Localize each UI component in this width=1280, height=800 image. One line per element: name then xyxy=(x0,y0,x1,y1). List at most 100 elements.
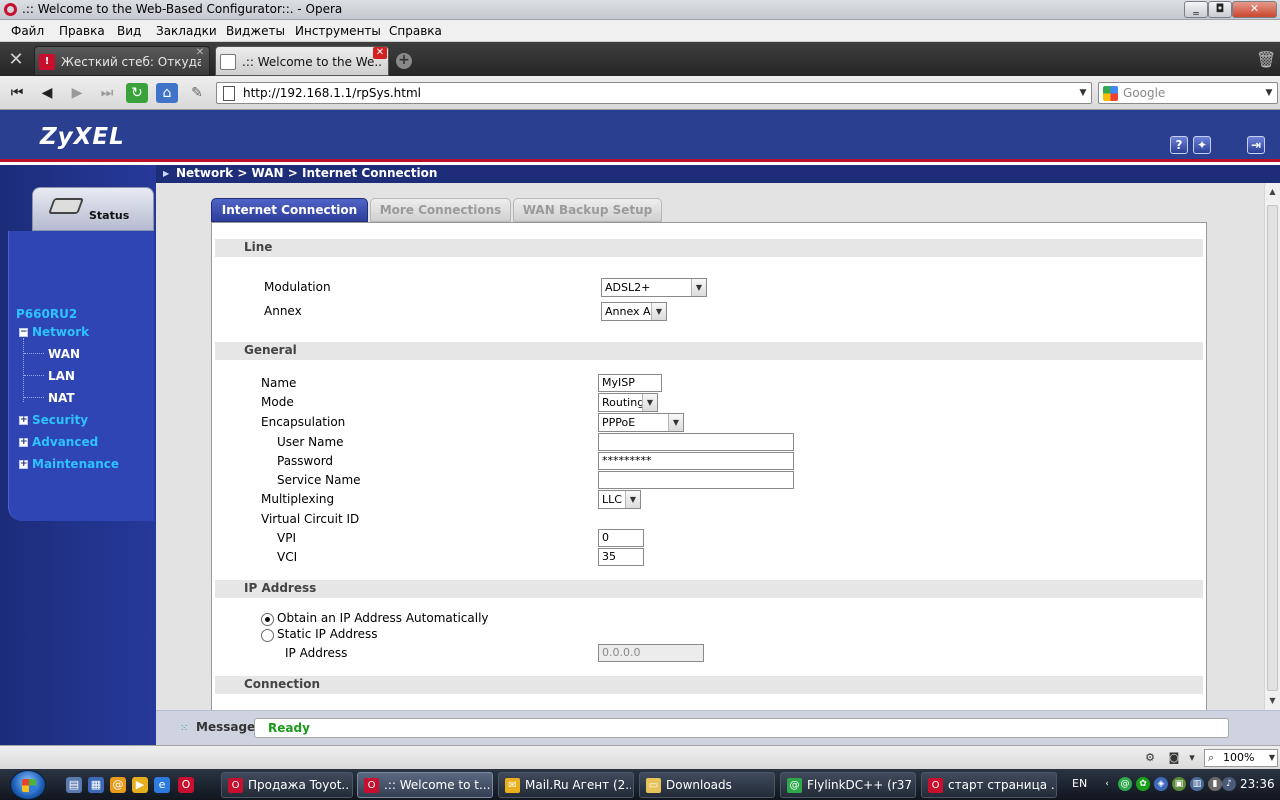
close-tab-icon[interactable]: ✕ xyxy=(373,47,387,59)
taskbar-item-5[interactable]: @ FlylinkDC++ (r37... xyxy=(780,772,916,798)
expand-icon[interactable]: + xyxy=(19,416,28,425)
language-indicator[interactable]: EN xyxy=(1072,777,1087,790)
nav-network[interactable]: Network xyxy=(32,325,89,339)
menu-widgets[interactable]: Виджеты xyxy=(226,24,285,38)
power-icon[interactable]: ▮ xyxy=(1208,777,1222,791)
wizard-icon[interactable]: ✦ xyxy=(1193,136,1211,154)
explorer-icon[interactable]: ▦ xyxy=(88,777,104,793)
usb-icon[interactable]: ▣ xyxy=(1172,777,1186,791)
collapse-icon[interactable]: − xyxy=(19,328,28,337)
search-field[interactable]: Google ▼ xyxy=(1098,82,1278,104)
rewind-icon[interactable]: ⏮ xyxy=(6,83,28,103)
chevron-down-icon: ▼ xyxy=(668,414,683,431)
username-input[interactable] xyxy=(598,433,794,451)
multiplexing-select[interactable]: LLC ▼ xyxy=(598,490,641,509)
nav-lan[interactable]: LAN xyxy=(48,369,75,383)
icq-icon[interactable]: ✿ xyxy=(1136,777,1150,791)
ip-static-radio[interactable] xyxy=(261,629,274,642)
shield-icon[interactable]: ◈ xyxy=(1154,777,1168,791)
encapsulation-select[interactable]: PPPoE ▼ xyxy=(598,413,684,432)
expand-icon[interactable]: + xyxy=(19,438,28,447)
section-title: Line xyxy=(244,240,273,254)
forward-icon[interactable]: ▶ xyxy=(66,83,88,103)
nav-nat[interactable]: NAT xyxy=(48,391,75,405)
nav-security[interactable]: Security xyxy=(32,413,88,427)
taskbar-item-1[interactable]: O Продажа Toyot... xyxy=(221,772,353,798)
browser-tab-1[interactable]: ! Жесткий стеб: Откуда... ✕ xyxy=(34,46,210,76)
status-tab[interactable]: Status xyxy=(32,187,154,231)
menu-edit[interactable]: Правка xyxy=(59,24,105,38)
taskbar-item-2[interactable]: O .:: Welcome to t... xyxy=(357,772,493,798)
home-icon[interactable]: ⌂ xyxy=(156,83,178,103)
media-player-icon[interactable]: ▶ xyxy=(132,777,148,793)
maximize-button[interactable]: ◘ xyxy=(1208,1,1232,18)
ip-auto-radio[interactable] xyxy=(261,613,274,626)
menu-bookmarks[interactable]: Закладки xyxy=(156,24,217,38)
scroll-thumb[interactable] xyxy=(1267,205,1278,691)
nav-advanced[interactable]: Advanced xyxy=(32,435,98,449)
close-tab-icon[interactable]: ✕ xyxy=(193,47,207,59)
logout-icon[interactable]: ⇥ xyxy=(1247,136,1265,154)
tab-internet-connection[interactable]: Internet Connection xyxy=(211,198,368,222)
browser-tab-2[interactable]: .:: Welcome to the We... ✕ xyxy=(215,46,389,76)
edit-icon[interactable]: ✎ xyxy=(186,83,208,103)
menu-view[interactable]: Вид xyxy=(117,24,141,38)
trash-icon[interactable]: 🗑 xyxy=(1256,50,1276,70)
nav-wan[interactable]: WAN xyxy=(48,347,80,361)
chevron-down-icon[interactable]: ▾ xyxy=(1184,751,1200,765)
page-scrollbar[interactable]: ▲ ▼ xyxy=(1264,183,1280,710)
network-icon[interactable]: ▥ xyxy=(1190,777,1204,791)
fast-forward-icon[interactable]: ⏭ xyxy=(96,83,118,103)
section-title: Connection xyxy=(244,677,321,691)
zoom-select[interactable]: ⌕ 100% ▼ xyxy=(1204,749,1278,767)
help-icon[interactable]: ? xyxy=(1170,136,1188,154)
close-window-button[interactable]: ✕ xyxy=(1232,1,1277,18)
select-value: ADSL2+ xyxy=(605,281,651,294)
volume-icon[interactable]: ♪ xyxy=(1222,777,1236,791)
menu-help[interactable]: Справка xyxy=(389,24,442,38)
camera-icon[interactable]: ◙ xyxy=(1166,751,1182,765)
annex-select[interactable]: Annex A ▼ xyxy=(601,302,667,321)
reload-icon[interactable]: ↻ xyxy=(126,83,148,103)
scroll-up-icon[interactable]: ▲ xyxy=(1265,185,1280,199)
back-icon[interactable]: ◀ xyxy=(36,83,58,103)
password-input[interactable]: ********* xyxy=(598,452,794,470)
taskbar-item-4[interactable]: ▭ Downloads xyxy=(639,772,775,798)
navigation-bar: ⏮ ◀ ▶ ⏭ ↻ ⌂ ✎ http://192.168.1.1/rpSys.h… xyxy=(0,76,1280,110)
taskbar-item-3[interactable]: ✉ Mail.Ru Агент (2... xyxy=(498,772,634,798)
message-icon: ⁙ xyxy=(180,723,189,734)
service-name-input[interactable] xyxy=(598,471,794,489)
start-button[interactable] xyxy=(10,770,46,800)
scroll-down-icon[interactable]: ▼ xyxy=(1265,694,1280,708)
nav-maintenance[interactable]: Maintenance xyxy=(32,457,119,471)
tab-more-connections[interactable]: More Connections xyxy=(370,198,511,222)
turbo-icon[interactable]: ⚙ xyxy=(1142,751,1158,765)
vpi-input[interactable]: 0 xyxy=(598,529,644,547)
expand-icon[interactable]: + xyxy=(19,460,28,469)
chevron-down-icon[interactable]: ▼ xyxy=(1075,83,1091,103)
tools-icon[interactable]: ✕ xyxy=(6,50,26,70)
menu-tools[interactable]: Инструменты xyxy=(295,24,381,38)
opera-icon[interactable]: O xyxy=(178,777,194,793)
name-input[interactable]: MyISP xyxy=(598,374,662,392)
taskbar-item-6[interactable]: O старт страница ... xyxy=(921,772,1057,798)
mode-select[interactable]: Routing ▼ xyxy=(598,393,658,412)
tab-wan-backup-setup[interactable]: WAN Backup Setup xyxy=(513,198,662,222)
breadcrumb-arrow-icon: ▶ xyxy=(163,169,170,178)
chevron-left-icon[interactable]: ‹ xyxy=(1100,777,1114,791)
multiplexing-label: Multiplexing xyxy=(261,492,335,506)
folder-icon: ▭ xyxy=(646,778,661,793)
modulation-select[interactable]: ADSL2+ ▼ xyxy=(601,278,707,297)
internet-explorer-icon[interactable]: e xyxy=(154,777,170,793)
vci-input[interactable]: 35 xyxy=(598,548,644,566)
mail-icon[interactable]: @ xyxy=(110,777,126,793)
address-field[interactable]: http://192.168.1.1/rpSys.html ▼ xyxy=(216,82,1092,104)
new-tab-icon[interactable]: + xyxy=(396,53,412,69)
minimize-button[interactable]: ‗ xyxy=(1184,1,1208,18)
chevron-down-icon[interactable]: ▼ xyxy=(1261,83,1277,103)
clock[interactable]: 23:36 xyxy=(1240,777,1275,791)
menu-file[interactable]: Файл xyxy=(11,24,44,38)
ip-address-input[interactable]: 0.0.0.0 xyxy=(598,644,704,662)
flylink-tray-icon[interactable]: @ xyxy=(1118,777,1132,791)
show-desktop-icon[interactable]: ▤ xyxy=(66,777,82,793)
